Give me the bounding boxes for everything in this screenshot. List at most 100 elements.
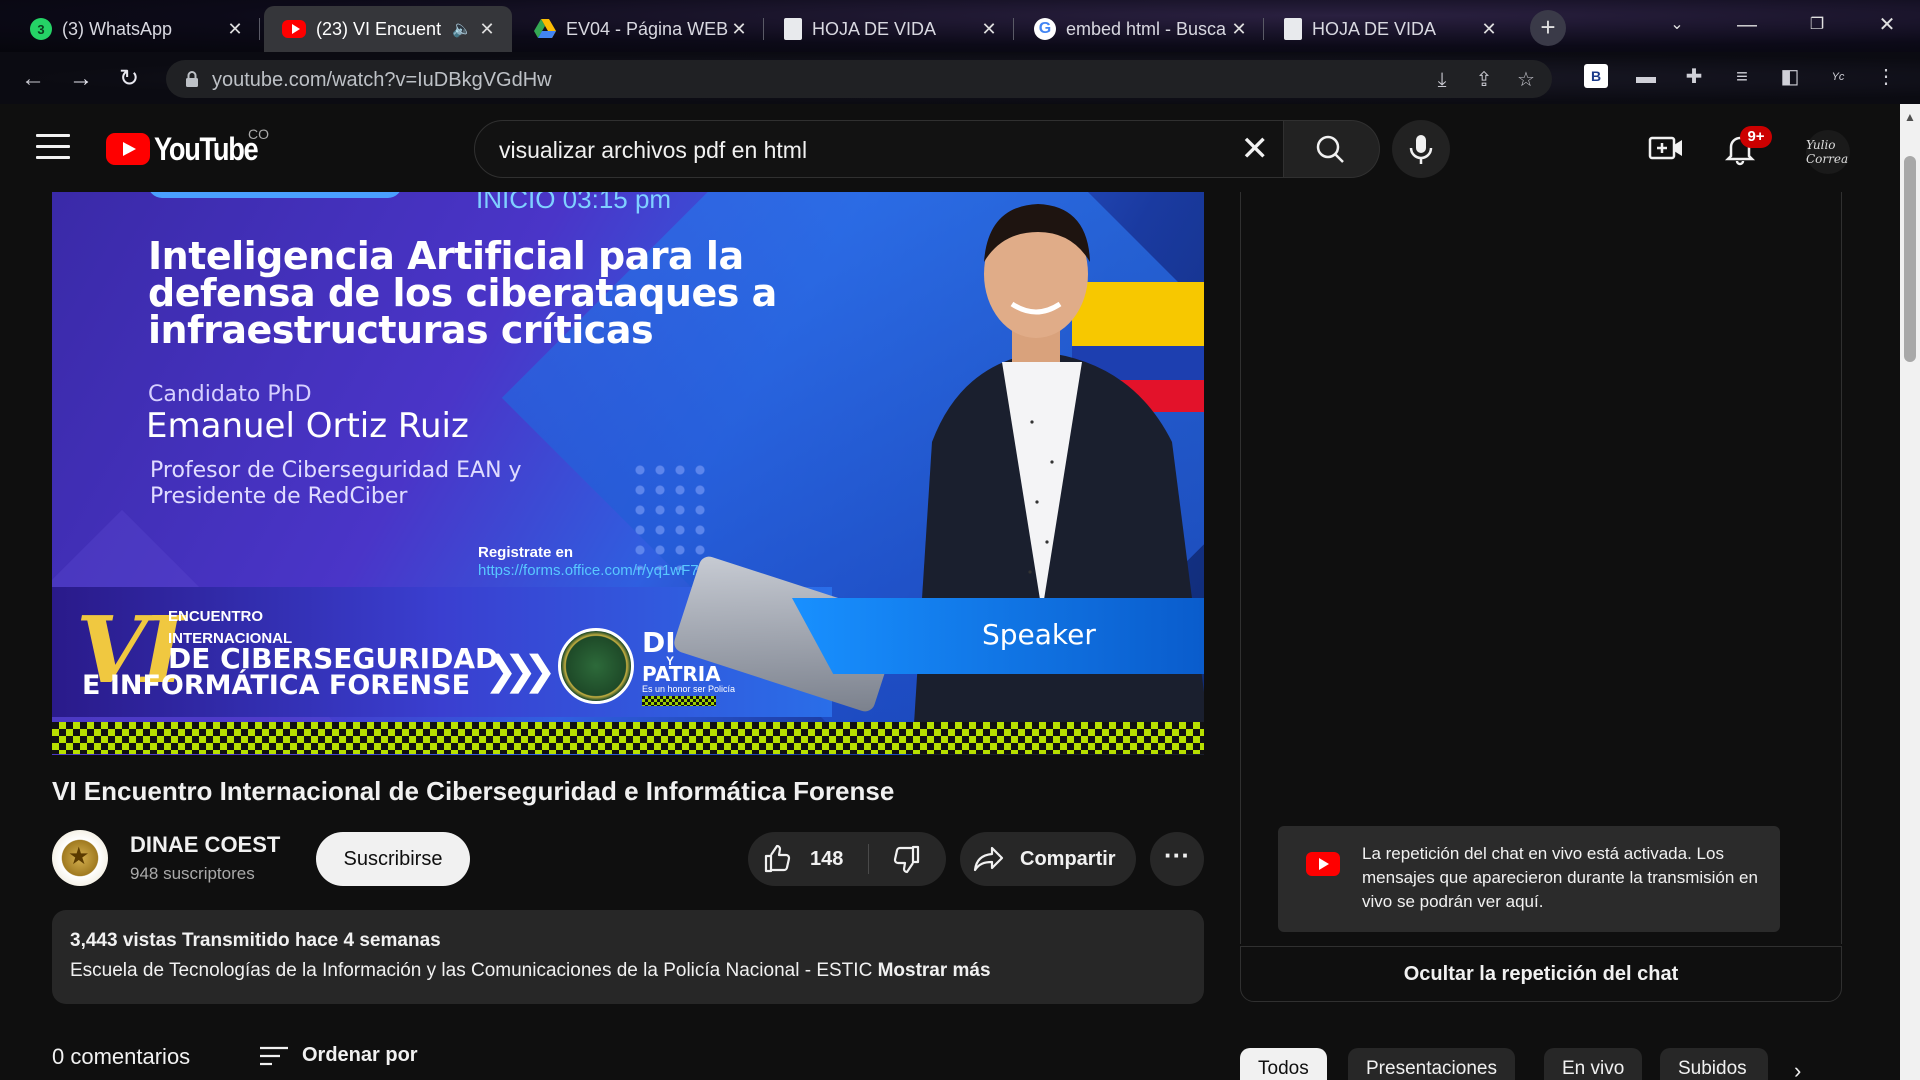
clear-search-icon[interactable]: ✕ xyxy=(1241,131,1270,167)
speaker-icon[interactable]: 🔈 xyxy=(448,19,476,39)
dislike-button[interactable] xyxy=(869,832,946,886)
document-icon xyxy=(784,18,802,40)
tab-hoja-de-vida-1[interactable]: HOJA DE VIDA ✕ xyxy=(766,6,1014,52)
close-icon[interactable]: ✕ xyxy=(978,19,1000,40)
candidate-label: Candidato PhD xyxy=(148,382,312,407)
dot-pattern xyxy=(630,460,714,570)
search-button[interactable] xyxy=(1284,120,1380,178)
address-bar[interactable]: youtube.com/watch?v=IuDBkgVGdHw ⤓ ⇪ ☆ xyxy=(166,60,1552,98)
hamburger-menu-icon[interactable] xyxy=(36,134,70,160)
view-count: 3,443 vistas Transmitido hace 4 semanas xyxy=(70,930,441,951)
tab-hoja-de-vida-2[interactable]: HOJA DE VIDA ✕ xyxy=(1266,6,1514,52)
tab-title: HOJA DE VIDA xyxy=(1312,18,1437,39)
video-player[interactable]: INICIO 03:15 pm Inteligencia Artificial … xyxy=(52,192,1204,755)
video-title: VI Encuentro Internacional de Cibersegur… xyxy=(52,776,895,806)
chip-subidos[interactable]: Subidos xyxy=(1660,1048,1768,1080)
youtube-play-icon xyxy=(106,133,150,165)
description-text: Escuela de Tecnologías de la Información… xyxy=(70,960,991,982)
event-line: ENCUENTRO xyxy=(168,608,264,625)
speaker-tag: Speaker xyxy=(792,598,1204,674)
sort-comments-button[interactable]: Ordenar por xyxy=(256,1040,456,1072)
reload-icon[interactable]: ↻ xyxy=(112,62,146,96)
browser-menu-icon[interactable]: ⋮ xyxy=(1872,64,1900,90)
chip-en-vivo[interactable]: En vivo xyxy=(1544,1048,1643,1080)
comments-count: 0 comentarios xyxy=(52,1044,191,1069)
like-button[interactable]: 148 xyxy=(748,832,868,886)
subscriber-count: 948 suscriptores xyxy=(130,864,255,883)
youtube-logo[interactable]: YouTube CO xyxy=(106,126,276,167)
chat-replay-notice: La repetición del chat en vivo está acti… xyxy=(1278,826,1780,932)
sort-icon xyxy=(260,1046,288,1066)
share-button[interactable]: Compartir xyxy=(960,832,1136,886)
tab-google-search[interactable]: G embed html - Busca ✕ xyxy=(1016,6,1264,52)
subscribe-button[interactable]: Suscribirse xyxy=(316,832,470,886)
bookmark-star-icon[interactable]: ☆ xyxy=(1512,66,1540,94)
channel-avatar[interactable] xyxy=(52,830,108,886)
close-icon[interactable]: ✕ xyxy=(224,19,246,40)
create-video-button[interactable] xyxy=(1648,132,1684,164)
tab-separator xyxy=(763,18,764,40)
hide-chat-replay-button[interactable]: Ocultar la repetición del chat xyxy=(1240,946,1842,1002)
start-time: INICIO 03:15 pm xyxy=(476,192,672,214)
scroll-up-icon[interactable]: ▲ xyxy=(1900,110,1920,124)
chevrons-icon: ❯❯❯ xyxy=(484,649,556,693)
tab-title: (3) WhatsApp xyxy=(62,18,173,39)
chip-todos[interactable]: Todos xyxy=(1240,1048,1327,1080)
side-panel-icon[interactable]: ◧ xyxy=(1776,64,1804,90)
close-icon[interactable]: ✕ xyxy=(476,19,498,40)
create-video-icon xyxy=(1648,136,1682,160)
notification-badge: 9+ xyxy=(1740,126,1772,148)
description-box[interactable]: 3,443 vistas Transmitido hace 4 semanas … xyxy=(52,910,1204,1004)
extensions-puzzle-icon[interactable]: ✚ xyxy=(1680,64,1708,90)
minimize-icon[interactable]: — xyxy=(1722,8,1772,42)
show-more-link[interactable]: Mostrar más xyxy=(878,960,991,981)
page-scrollbar[interactable]: ▲ xyxy=(1900,104,1920,1080)
close-icon[interactable]: ✕ xyxy=(728,19,750,40)
speaker-name: Emanuel Ortiz Ruiz xyxy=(146,406,469,446)
close-icon[interactable]: ✕ xyxy=(1478,19,1500,40)
extension-b-icon[interactable]: B xyxy=(1584,64,1608,88)
account-avatar[interactable]: Yulio Correa xyxy=(1806,130,1850,174)
like-count: 148 xyxy=(810,848,844,870)
share-label: Compartir xyxy=(1020,848,1116,870)
forward-icon[interactable]: → xyxy=(64,62,98,96)
close-icon[interactable]: ✕ xyxy=(1228,19,1250,40)
description-snippet: Escuela de Tecnologías de la Información… xyxy=(70,960,878,981)
more-actions-button[interactable]: ··· xyxy=(1150,832,1204,886)
channel-name[interactable]: DINAE COEST xyxy=(130,832,280,858)
tab-title: HOJA DE VIDA xyxy=(812,18,937,39)
thumbnail-pill xyxy=(148,192,402,198)
chip-presentaciones[interactable]: Presentaciones xyxy=(1348,1048,1515,1080)
scrollbar-thumb[interactable] xyxy=(1904,156,1916,362)
google-icon: G xyxy=(1034,18,1056,40)
back-icon[interactable]: ← xyxy=(16,62,50,96)
restore-icon[interactable]: ❐ xyxy=(1792,8,1842,42)
tab-search-icon[interactable]: ⌄ xyxy=(1652,8,1702,42)
chevron-right-icon[interactable]: › xyxy=(1794,1058,1801,1080)
tab-youtube[interactable]: (23) VI Encuent 🔈 ✕ xyxy=(264,6,512,52)
share-page-icon[interactable]: ⇪ xyxy=(1470,66,1498,94)
youtube-header: YouTube CO visualizar archivos pdf en ht… xyxy=(0,104,1900,192)
voice-search-button[interactable] xyxy=(1392,120,1450,178)
close-window-icon[interactable]: ✕ xyxy=(1862,8,1912,42)
youtube-icon xyxy=(282,20,306,38)
tab-title: embed html - Busca xyxy=(1066,18,1227,39)
tab-whatsapp[interactable]: 3 (3) WhatsApp ✕ xyxy=(12,6,260,52)
sort-label: Ordenar por xyxy=(302,1044,418,1066)
search-query: visualizar archivos pdf en html xyxy=(499,137,808,163)
new-tab-button[interactable]: + xyxy=(1530,10,1566,46)
media-control-icon[interactable]: ≡ xyxy=(1728,64,1756,90)
browser-tab-bar: 3 (3) WhatsApp ✕ (23) VI Encuent 🔈 ✕ EV0… xyxy=(0,0,1920,52)
search-input[interactable]: visualizar archivos pdf en html ✕ xyxy=(474,120,1284,178)
microphone-icon xyxy=(1409,135,1433,164)
speaker-role: Profesor de Ciberseguridad EAN y Preside… xyxy=(150,458,522,509)
profile-icon[interactable]: Yc xyxy=(1824,64,1852,90)
install-icon[interactable]: ⤓ xyxy=(1428,66,1456,94)
register-label: Registrate en xyxy=(478,544,574,561)
speaker-tag-label: Speaker xyxy=(982,618,1096,651)
register-link: https://forms.office.com/r/yq1wF7v1nt xyxy=(478,562,727,579)
extension-camera-icon[interactable]: ▬ xyxy=(1632,64,1660,90)
tab-drive[interactable]: EV04 - Página WEB ✕ xyxy=(516,6,764,52)
event-line: E INFORMÁTICA FORENSE xyxy=(82,670,471,701)
country-code: CO xyxy=(248,126,269,142)
